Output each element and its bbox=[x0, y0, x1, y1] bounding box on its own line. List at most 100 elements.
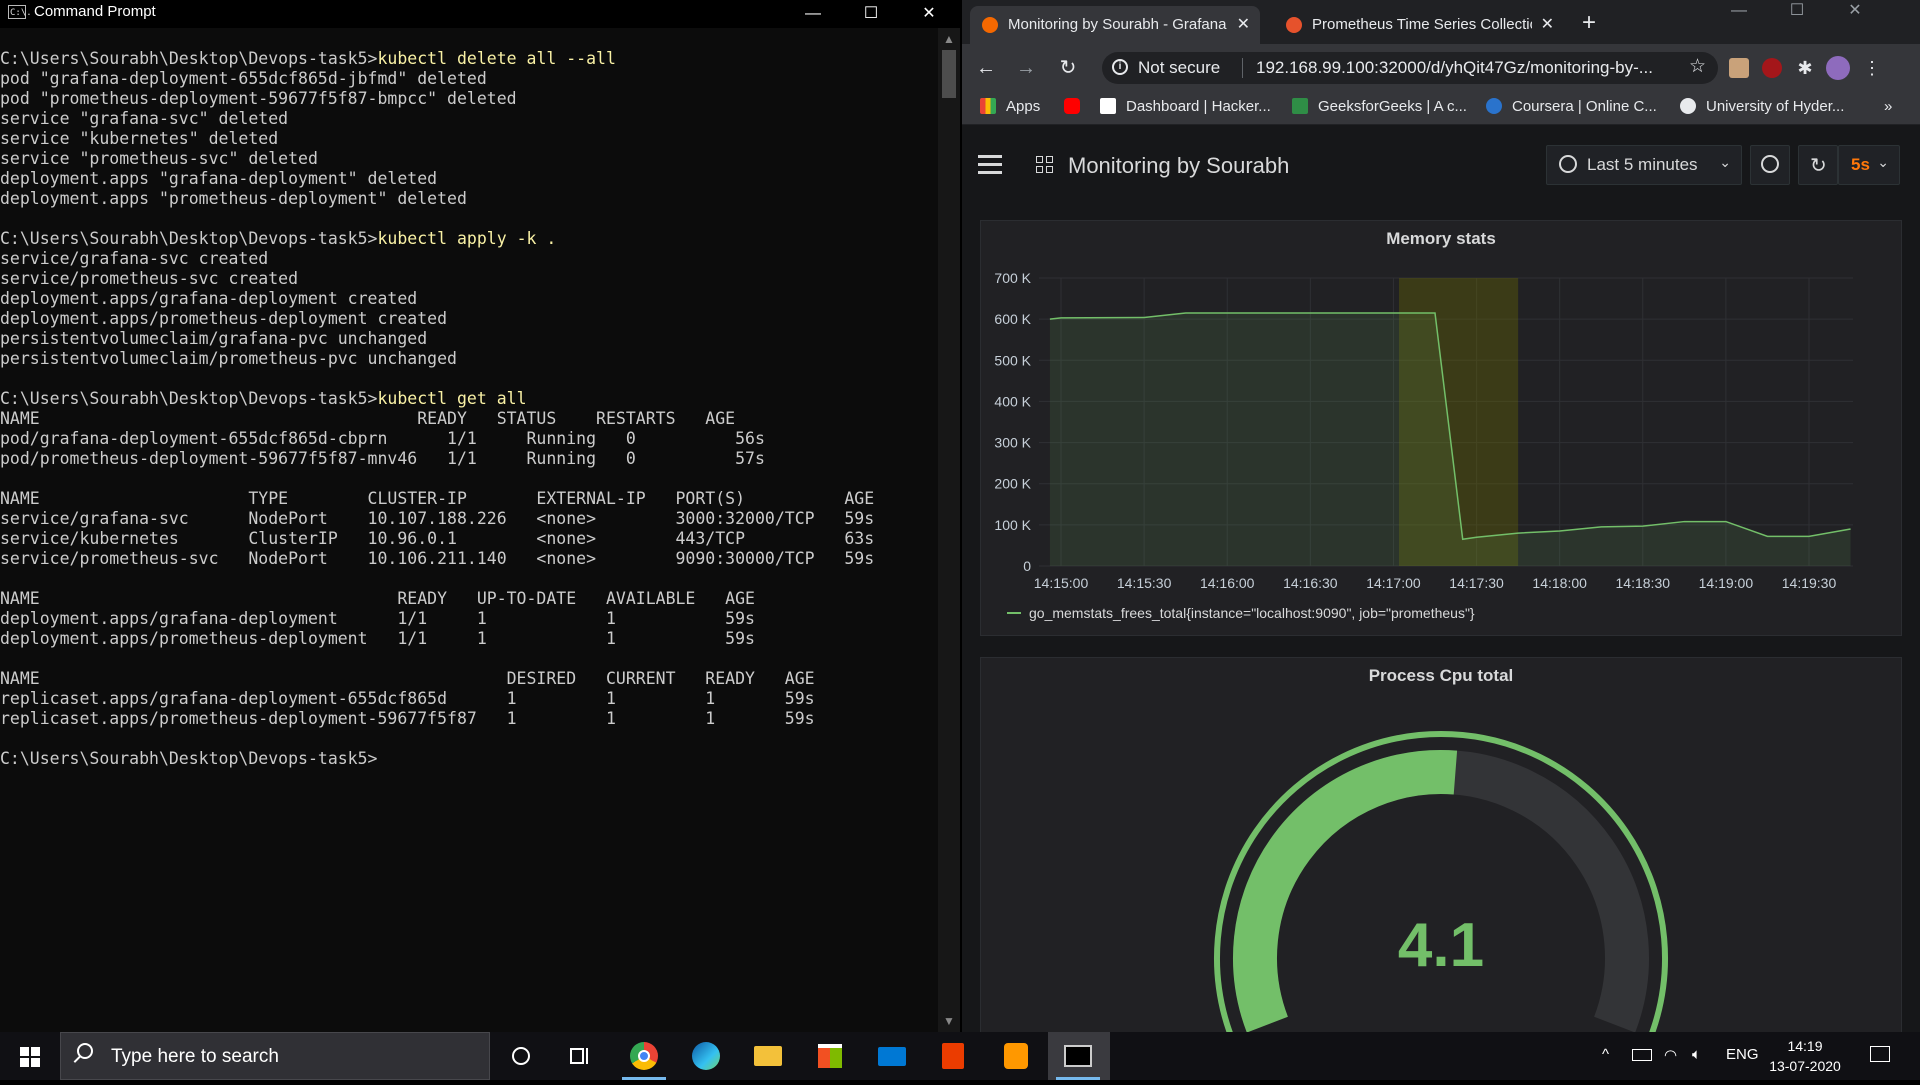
time-range-picker[interactable]: Last 5 minutes ⌄ bbox=[1546, 145, 1742, 185]
cmd-prompt: C:\Users\Sourabh\Desktop\Devops-task5> bbox=[0, 749, 378, 768]
notifications-icon[interactable] bbox=[1870, 1046, 1890, 1062]
extension-icon[interactable] bbox=[1729, 58, 1749, 78]
clock-time: 14:19 bbox=[1760, 1036, 1850, 1056]
cmd-titlebar[interactable]: C:\. Command Prompt — ☐ ✕ bbox=[0, 0, 960, 28]
scrollbar-thumb[interactable] bbox=[942, 50, 956, 98]
task-view-icon[interactable] bbox=[550, 1032, 610, 1080]
ublock-extension-icon[interactable] bbox=[1762, 58, 1782, 78]
bookmark-youtube[interactable] bbox=[1064, 98, 1090, 115]
security-label[interactable]: Not secure bbox=[1138, 58, 1220, 78]
minimize-button[interactable]: — bbox=[1710, 0, 1768, 30]
new-tab-button[interactable]: + bbox=[1582, 9, 1596, 37]
forward-button[interactable]: → bbox=[1012, 54, 1040, 82]
address-bar[interactable]: i Not secure 192.168.99.100:32000/d/yhQi… bbox=[1102, 52, 1718, 84]
tab-prometheus[interactable]: Prometheus Time Series Collectio ✕ bbox=[1274, 6, 1564, 44]
close-tab-icon[interactable]: ✕ bbox=[1237, 14, 1250, 34]
cmd-prompt: C:\Users\Sourabh\Desktop\Devops-task5> bbox=[0, 389, 378, 408]
cmd-line: persistentvolumeclaim/prometheus-pvc unc… bbox=[0, 349, 930, 369]
cmd-line: pod "prometheus-deployment-59677f5f87-bm… bbox=[0, 89, 930, 109]
wifi-icon[interactable]: ◠ bbox=[1664, 1046, 1677, 1064]
cmd-line: pod "grafana-deployment-655dcf865d-jbfmd… bbox=[0, 69, 930, 89]
search-placeholder: Type here to search bbox=[111, 1046, 279, 1068]
chevron-down-icon: ⌄ bbox=[1877, 154, 1889, 171]
taskbar-search-box[interactable]: Type here to search bbox=[60, 1032, 490, 1080]
grafana-favicon-icon bbox=[982, 17, 998, 33]
cmd-command: kubectl apply -k . bbox=[378, 229, 557, 248]
cortana-icon[interactable] bbox=[490, 1032, 550, 1080]
hamburger-menu-icon[interactable] bbox=[978, 155, 1002, 179]
battery-icon[interactable] bbox=[1632, 1049, 1652, 1061]
back-button[interactable]: ← bbox=[972, 54, 1000, 82]
cmd-line: replicaset.apps/prometheus-deployment-59… bbox=[0, 709, 930, 729]
y-tick-label: 600 K bbox=[994, 311, 1031, 327]
geeksforgeeks-icon bbox=[1292, 98, 1308, 114]
refresh-interval-picker[interactable]: 5s ⌄ bbox=[1838, 145, 1900, 185]
extensions-puzzle-icon[interactable]: ✱ bbox=[1795, 58, 1815, 78]
cmd-prompt: C:\Users\Sourabh\Desktop\Devops-task5> bbox=[0, 229, 378, 248]
memory-line-chart[interactable]: 0100 K200 K300 K400 K500 K600 K700 K14:1… bbox=[981, 221, 1901, 635]
cmd-app-icon: C:\. bbox=[8, 5, 26, 19]
x-tick-label: 14:15:00 bbox=[1034, 575, 1089, 591]
cmd-line bbox=[0, 649, 930, 669]
menu-kebab-icon[interactable]: ⋮ bbox=[1862, 58, 1882, 78]
bookmark-apps[interactable]: Apps bbox=[980, 98, 1040, 115]
y-tick-label: 500 K bbox=[994, 352, 1031, 368]
cmd-line: pod/prometheus-deployment-59677f5f87-mnv… bbox=[0, 449, 930, 469]
file-explorer-icon[interactable] bbox=[738, 1032, 798, 1080]
cmd-output[interactable]: C:\Users\Sourabh\Desktop\Devops-task5>ku… bbox=[0, 49, 930, 1029]
cmd-line bbox=[0, 469, 930, 489]
zoom-out-icon bbox=[1761, 155, 1779, 173]
bookmark-geeksforgeeks[interactable]: GeeksforGeeks | A c... bbox=[1292, 98, 1467, 115]
bookmark-coursera[interactable]: Coursera | Online C... bbox=[1486, 98, 1657, 115]
cmd-line: deployment.apps/prometheus-deployment cr… bbox=[0, 309, 930, 329]
scroll-up-icon[interactable]: ▲ bbox=[938, 32, 960, 46]
bookmark-university[interactable]: University of Hyder... bbox=[1680, 98, 1844, 115]
bookmark-hackerrank[interactable]: Dashboard | Hacker... bbox=[1100, 98, 1271, 115]
chrome-window[interactable]: Monitoring by Sourabh - Grafana ✕ Promet… bbox=[962, 0, 1920, 1032]
panel-process-cpu[interactable]: Process Cpu total 4.1 bbox=[980, 657, 1902, 1032]
tray-chevron-icon[interactable]: ^ bbox=[1602, 1046, 1609, 1063]
url-text[interactable]: 192.168.99.100:32000/d/yhQit47Gz/monitor… bbox=[1256, 58, 1676, 78]
dashboard-title[interactable]: Monitoring by Sourabh bbox=[1068, 153, 1289, 179]
panel-memory-stats[interactable]: Memory stats 0100 K200 K300 K400 K500 K6… bbox=[980, 220, 1902, 636]
reload-button[interactable]: ↻ bbox=[1054, 54, 1082, 82]
tab-grafana[interactable]: Monitoring by Sourabh - Grafana ✕ bbox=[970, 6, 1260, 44]
cmd-scrollbar[interactable]: ▲ ▼ bbox=[938, 28, 960, 1032]
minimize-button[interactable]: — bbox=[784, 0, 842, 28]
close-button[interactable]: ✕ bbox=[900, 0, 958, 28]
site-info-icon[interactable]: i bbox=[1112, 59, 1128, 75]
store-icon[interactable] bbox=[800, 1032, 860, 1080]
zoom-out-button[interactable] bbox=[1750, 145, 1790, 185]
tab-strip: Monitoring by Sourabh - Grafana ✕ Promet… bbox=[962, 0, 1920, 44]
chrome-icon[interactable] bbox=[614, 1032, 674, 1080]
x-tick-label: 14:18:00 bbox=[1532, 575, 1587, 591]
command-prompt-window[interactable]: C:\. Command Prompt — ☐ ✕ C:\Users\Soura… bbox=[0, 0, 960, 1032]
edge-icon[interactable] bbox=[676, 1032, 736, 1080]
legend-label: go_memstats_frees_total{instance="localh… bbox=[1029, 605, 1475, 621]
scroll-down-icon[interactable]: ▼ bbox=[938, 1014, 960, 1028]
prometheus-favicon-icon bbox=[1286, 17, 1302, 33]
cmd-line: replicaset.apps/grafana-deployment-655dc… bbox=[0, 689, 930, 709]
office-icon[interactable] bbox=[924, 1032, 984, 1080]
maximize-button[interactable]: ☐ bbox=[1768, 0, 1826, 30]
start-button[interactable] bbox=[0, 1032, 60, 1080]
cmd-line: service/prometheus-svc created bbox=[0, 269, 930, 289]
bookmarks-more-button[interactable]: » bbox=[1884, 98, 1892, 115]
language-indicator[interactable]: ENG bbox=[1726, 1046, 1759, 1063]
maximize-button[interactable]: ☐ bbox=[842, 0, 900, 28]
close-tab-icon[interactable]: ✕ bbox=[1541, 14, 1554, 34]
volume-icon[interactable]: 🔈︎ bbox=[1692, 1046, 1701, 1063]
bookmark-star-icon[interactable]: ☆ bbox=[1689, 55, 1706, 78]
tab-title: Prometheus Time Series Collectio bbox=[1312, 16, 1532, 33]
sublime-icon[interactable] bbox=[986, 1032, 1046, 1080]
clock-icon bbox=[1559, 155, 1577, 173]
cmd-line: NAME DESIRED CURRENT READY AGE bbox=[0, 669, 930, 689]
refresh-button[interactable]: ↻ bbox=[1798, 145, 1838, 185]
profile-avatar[interactable] bbox=[1826, 56, 1850, 80]
mail-icon[interactable] bbox=[862, 1032, 922, 1080]
clock[interactable]: 14:19 13-07-2020 bbox=[1760, 1036, 1850, 1076]
close-button[interactable]: ✕ bbox=[1826, 0, 1884, 30]
cmd-line: deployment.apps "grafana-deployment" del… bbox=[0, 169, 930, 189]
taskbar: Type here to search ^ ◠ 🔈︎ ENG 14:19 13-… bbox=[0, 1032, 1920, 1080]
terminal-icon[interactable] bbox=[1048, 1032, 1110, 1080]
